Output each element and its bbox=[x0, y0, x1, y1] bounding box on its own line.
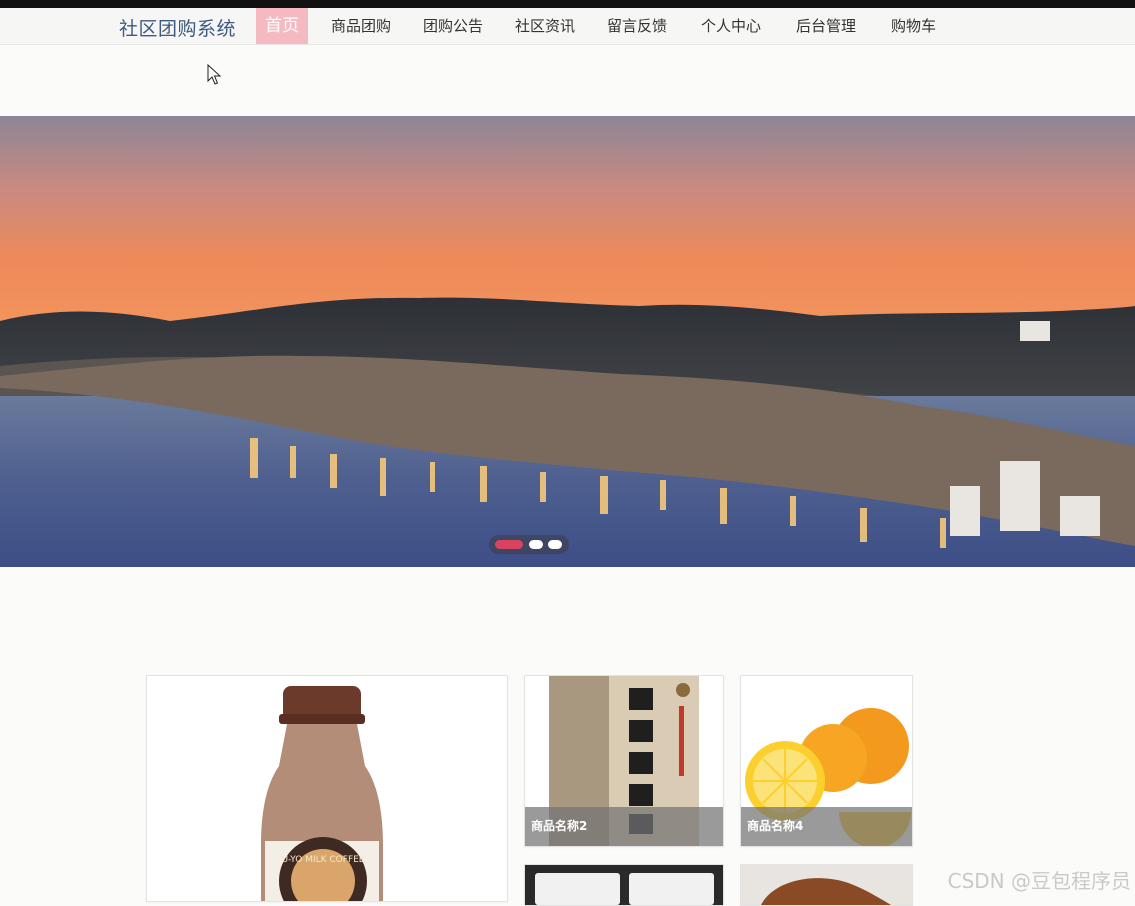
navbar: 社区团购系统 首页 商品团购 团购公告 社区资讯 留言反馈 个人中心 后台管理 … bbox=[0, 8, 1135, 45]
watermark: CSDN @豆包程序员 bbox=[947, 869, 1131, 893]
packaged-goods-image bbox=[525, 865, 723, 905]
product-card-2[interactable]: 商品名称2 bbox=[524, 675, 724, 847]
mouse-cursor-icon bbox=[207, 64, 221, 85]
nav-item-home[interactable]: 首页 bbox=[256, 8, 308, 44]
nav-item-cart[interactable]: 购物车 bbox=[891, 8, 936, 44]
nav-item-products[interactable]: 商品团购 bbox=[331, 8, 391, 44]
nav-item-feedback[interactable]: 留言反馈 bbox=[607, 8, 667, 44]
nav-item-news[interactable]: 社区资讯 bbox=[515, 8, 575, 44]
carousel-dot-1[interactable] bbox=[495, 540, 523, 549]
leather-shoe-image bbox=[741, 865, 912, 905]
nav-item-user-center[interactable]: 个人中心 bbox=[701, 8, 761, 44]
svg-text:U-YO MILK COFFEE: U-YO MILK COFFEE bbox=[281, 855, 364, 865]
product-card-3[interactable]: 商品名称4 bbox=[740, 675, 913, 847]
milk-coffee-bottle-image: U-YO MILK COFFEE bbox=[147, 676, 507, 901]
product-caption: 商品名称2 bbox=[525, 807, 723, 846]
carousel-dot-2[interactable] bbox=[529, 540, 543, 549]
carousel-indicators bbox=[489, 535, 569, 554]
nav-item-announcements[interactable]: 团购公告 bbox=[423, 8, 483, 44]
product-card-1[interactable]: U-YO MILK COFFEE bbox=[146, 675, 508, 902]
carousel-dot-3[interactable] bbox=[548, 540, 562, 549]
nav-item-admin[interactable]: 后台管理 bbox=[796, 8, 856, 44]
top-strip bbox=[0, 0, 1135, 8]
brand-logo[interactable]: 社区团购系统 bbox=[119, 14, 236, 41]
hero-carousel[interactable] bbox=[0, 116, 1135, 567]
hero-image bbox=[0, 116, 1135, 567]
product-caption: 商品名称4 bbox=[741, 807, 912, 846]
